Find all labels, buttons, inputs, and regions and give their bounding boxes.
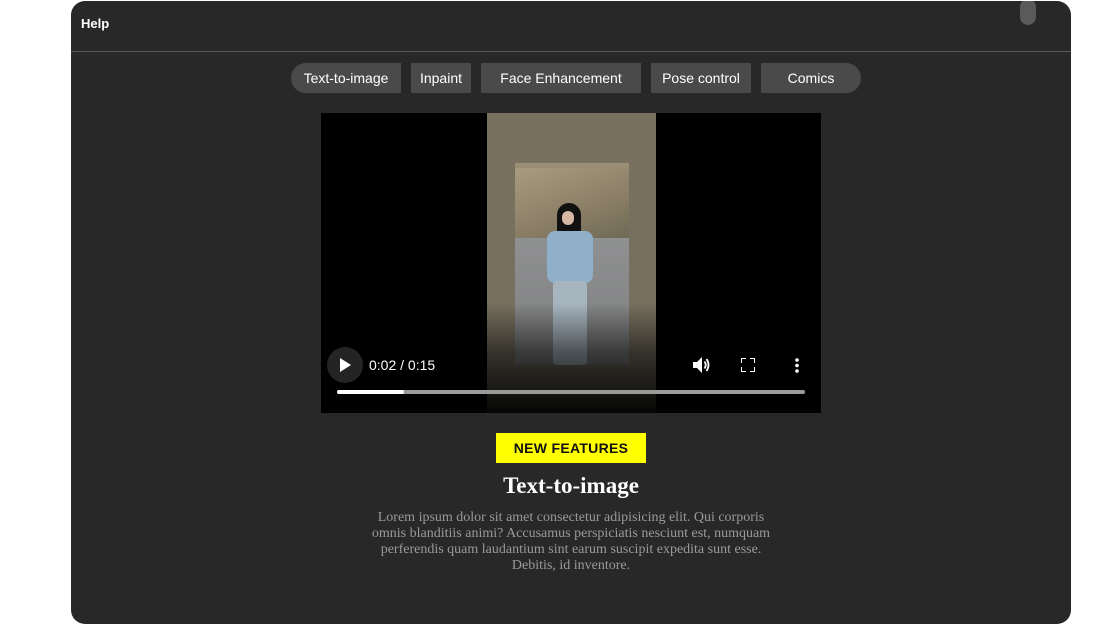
tab-pose-control[interactable]: Pose control [651,63,751,93]
play-button[interactable] [327,347,363,383]
video-player[interactable]: 0:02 / 0:15 [321,113,821,413]
feature-description: Lorem ipsum dolor sit amet consectetur a… [371,510,771,573]
tab-text-to-image[interactable]: Text-to-image [291,63,401,93]
person-face [562,211,574,225]
time-display: 0:02 / 0:15 [369,357,436,373]
feature-title: Text-to-image [503,473,639,498]
scroll-thumb[interactable] [1020,1,1036,25]
help-panel: Help Text-to-image Inpaint Face Enhancem… [71,1,1071,624]
volume-icon[interactable] [691,355,711,375]
more-vertical-icon[interactable] [795,358,799,373]
play-icon [340,358,351,372]
fullscreen-icon[interactable] [741,358,755,372]
tab-comics[interactable]: Comics [761,63,861,93]
tab-inpaint[interactable]: Inpaint [411,63,471,93]
person-jacket [547,231,593,283]
video-progress-fill [337,390,404,394]
new-features-badge: NEW FEATURES [496,433,646,463]
help-title: Help [81,16,110,31]
help-header: Help [71,1,1071,52]
tab-face-enhancement[interactable]: Face Enhancement [481,63,641,93]
video-progress-bar[interactable] [337,390,805,394]
